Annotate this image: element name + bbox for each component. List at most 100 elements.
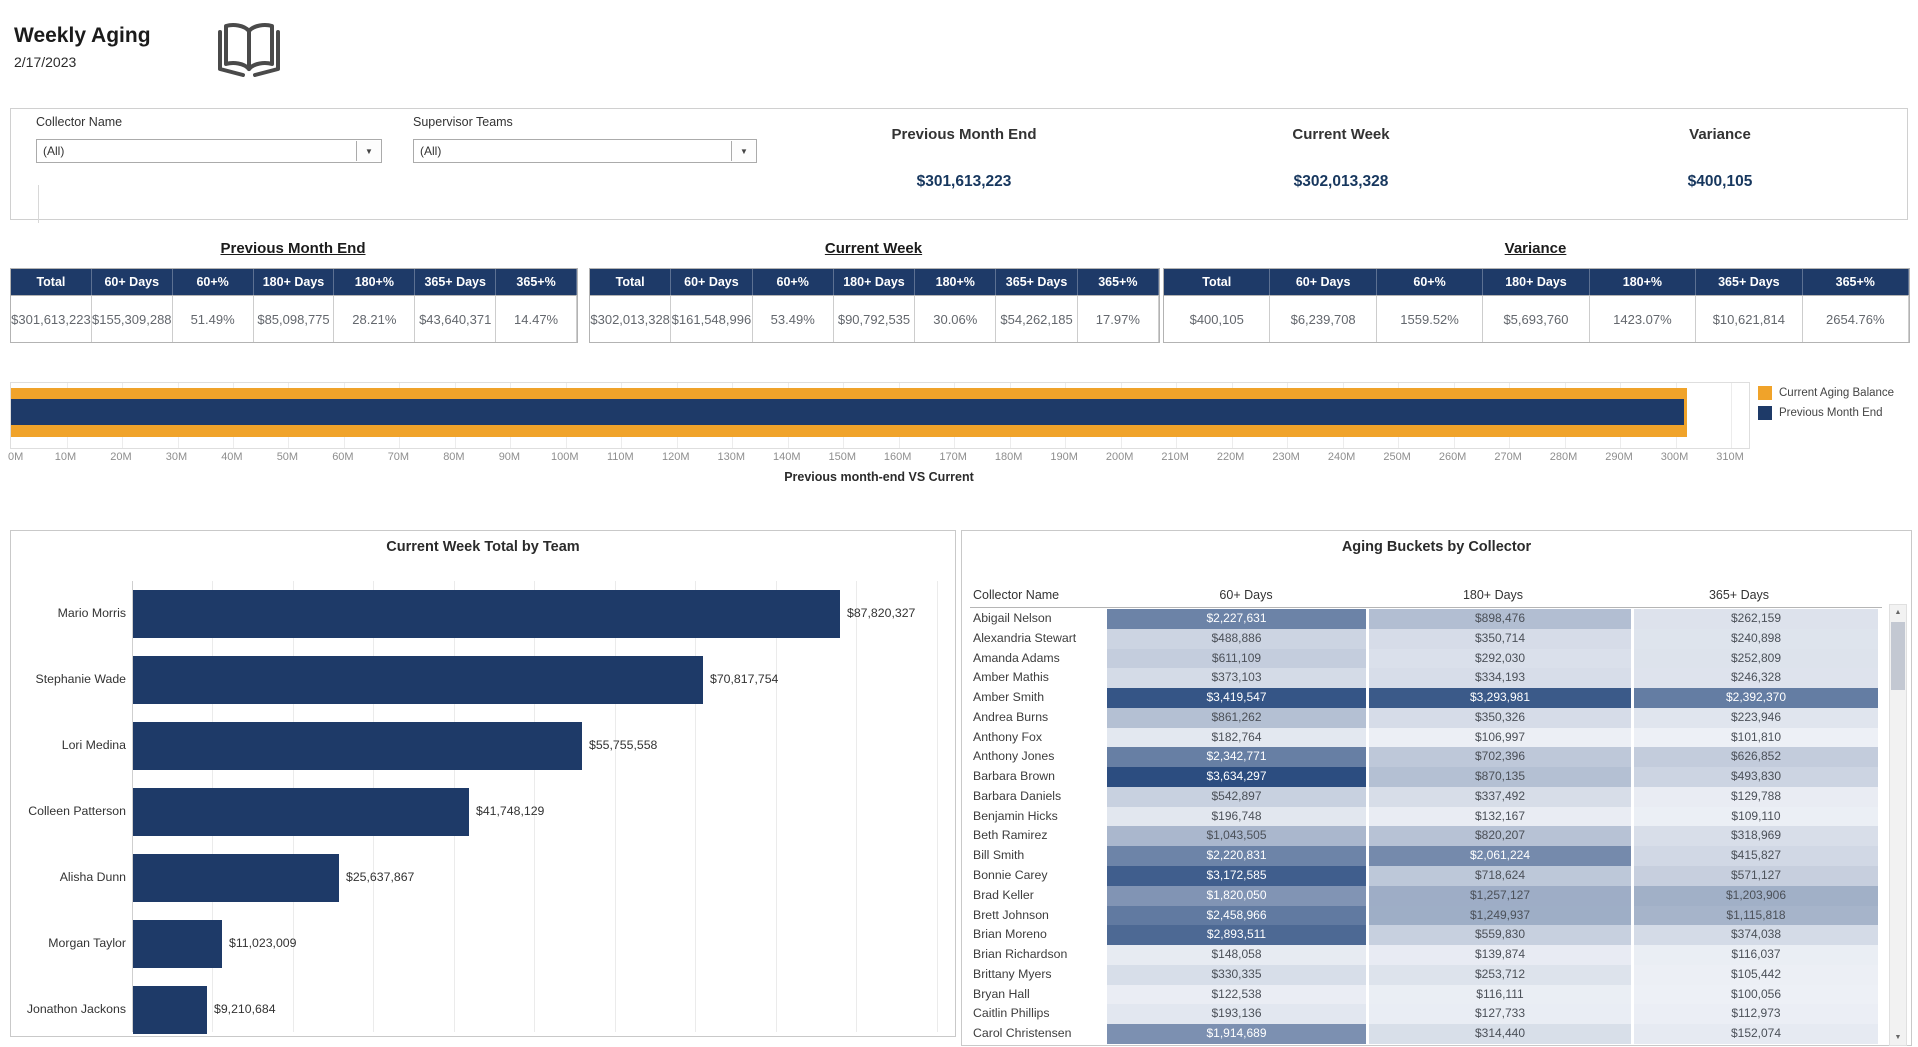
aging-value-cell[interactable]: $3,419,547 xyxy=(1107,688,1366,708)
aging-value-cell[interactable]: $3,293,981 xyxy=(1369,688,1631,708)
aging-value-cell[interactable]: $116,111 xyxy=(1369,985,1631,1005)
aging-value-cell[interactable]: $196,748 xyxy=(1107,807,1366,827)
x-axis-tick: 260M xyxy=(1428,451,1478,463)
aging-value-cell[interactable]: $626,852 xyxy=(1634,747,1878,767)
aging-value-cell[interactable]: $182,764 xyxy=(1107,728,1366,748)
legend-item-current[interactable]: Current Aging Balance xyxy=(1758,386,1894,400)
team-bar-value: $55,755,558 xyxy=(589,738,657,752)
aging-value-cell[interactable]: $193,136 xyxy=(1107,1004,1366,1024)
summary-value-cell: 1559.52% xyxy=(1377,295,1483,342)
aging-value-cell[interactable]: $374,038 xyxy=(1634,925,1878,945)
aging-value-cell[interactable]: $1,820,050 xyxy=(1107,886,1366,906)
team-bar[interactable] xyxy=(133,722,582,770)
aging-value-cell[interactable]: $253,712 xyxy=(1369,965,1631,985)
table-row: Brian Moreno$2,893,511$559,830$374,038 xyxy=(962,925,1888,945)
aging-value-cell[interactable]: $3,172,585 xyxy=(1107,866,1366,886)
aging-value-cell[interactable]: $2,227,631 xyxy=(1107,609,1366,629)
aging-value-cell[interactable]: $2,220,831 xyxy=(1107,846,1366,866)
summary-section-title: Previous Month End xyxy=(10,240,576,257)
aging-value-cell[interactable]: $2,392,370 xyxy=(1634,688,1878,708)
aging-value-cell[interactable]: $488,886 xyxy=(1107,629,1366,649)
aging-value-cell[interactable]: $1,203,906 xyxy=(1634,886,1878,906)
summary-value-cell: $301,613,223 xyxy=(11,295,92,342)
table-row: Bill Smith$2,220,831$2,061,224$415,827 xyxy=(962,846,1888,866)
collector-filter-dropdown[interactable]: (All) ▼ xyxy=(36,139,382,163)
aging-value-cell[interactable]: $493,830 xyxy=(1634,767,1878,787)
chevron-up-icon[interactable]: ▲ xyxy=(1890,605,1906,620)
aging-value-cell[interactable]: $2,893,511 xyxy=(1107,925,1366,945)
aging-value-cell[interactable]: $122,538 xyxy=(1107,985,1366,1005)
aging-value-cell[interactable]: $2,061,224 xyxy=(1369,846,1631,866)
aging-value-cell[interactable]: $1,257,127 xyxy=(1369,886,1631,906)
scrollbar-thumb[interactable] xyxy=(1891,622,1905,690)
legend-item-previous[interactable]: Previous Month End xyxy=(1758,406,1883,420)
aging-value-cell[interactable]: $112,973 xyxy=(1634,1004,1878,1024)
aging-value-cell[interactable]: $334,193 xyxy=(1369,668,1631,688)
collector-name: Anthony Jones xyxy=(973,747,1054,767)
aging-value-cell[interactable]: $318,969 xyxy=(1634,826,1878,846)
aging-value-cell[interactable]: $132,167 xyxy=(1369,807,1631,827)
aging-value-cell[interactable]: $571,127 xyxy=(1634,866,1878,886)
aging-value-cell[interactable]: $148,058 xyxy=(1107,945,1366,965)
summary-column-header: Total xyxy=(590,269,671,295)
aging-value-cell[interactable]: $820,207 xyxy=(1369,826,1631,846)
aging-value-cell[interactable]: $861,262 xyxy=(1107,708,1366,728)
aging-value-cell[interactable]: $559,830 xyxy=(1369,925,1631,945)
team-bar[interactable] xyxy=(133,920,222,968)
aging-value-cell[interactable]: $252,809 xyxy=(1634,649,1878,669)
aging-value-cell[interactable]: $152,074 xyxy=(1634,1024,1878,1044)
table-scrollbar[interactable]: ▲ ▼ xyxy=(1889,604,1907,1046)
chevron-down-icon[interactable]: ▼ xyxy=(356,141,381,161)
aging-value-cell[interactable]: $1,043,505 xyxy=(1107,826,1366,846)
aging-value-cell[interactable]: $898,476 xyxy=(1369,609,1631,629)
aging-value-cell[interactable]: $373,103 xyxy=(1107,668,1366,688)
aging-value-cell[interactable]: $2,342,771 xyxy=(1107,747,1366,767)
aging-value-cell[interactable]: $702,396 xyxy=(1369,747,1631,767)
aging-value-cell[interactable]: $129,788 xyxy=(1634,787,1878,807)
summary-column-header: 180+ Days xyxy=(834,269,915,295)
aging-value-cell[interactable]: $350,326 xyxy=(1369,708,1631,728)
aging-value-cell[interactable]: $1,249,937 xyxy=(1369,906,1631,926)
aging-value-cell[interactable]: $139,874 xyxy=(1369,945,1631,965)
team-bar[interactable] xyxy=(133,788,469,836)
aging-value-cell[interactable]: $718,624 xyxy=(1369,866,1631,886)
aging-value-cell[interactable]: $106,997 xyxy=(1369,728,1631,748)
team-bar-value: $11,023,009 xyxy=(229,936,296,950)
aging-value-cell[interactable]: $100,056 xyxy=(1634,985,1878,1005)
team-bar[interactable] xyxy=(133,986,207,1034)
aging-value-cell[interactable]: $542,897 xyxy=(1107,787,1366,807)
aging-value-cell[interactable]: $1,115,818 xyxy=(1634,906,1878,926)
aging-value-cell[interactable]: $870,135 xyxy=(1369,767,1631,787)
aging-value-cell[interactable]: $246,328 xyxy=(1634,668,1878,688)
aging-value-cell[interactable]: $109,110 xyxy=(1634,807,1878,827)
team-bar[interactable] xyxy=(133,854,339,902)
chevron-down-icon[interactable]: ▼ xyxy=(1890,1030,1906,1045)
aging-value-cell[interactable]: $105,442 xyxy=(1634,965,1878,985)
aging-value-cell[interactable]: $262,159 xyxy=(1634,609,1878,629)
x-axis-tick: 110M xyxy=(595,451,645,463)
aging-value-cell[interactable]: $314,440 xyxy=(1369,1024,1631,1044)
aging-value-cell[interactable]: $415,827 xyxy=(1634,846,1878,866)
aging-value-cell[interactable]: $292,030 xyxy=(1369,649,1631,669)
chevron-down-icon[interactable]: ▼ xyxy=(731,141,756,161)
aging-value-cell[interactable]: $2,458,966 xyxy=(1107,906,1366,926)
aging-value-cell[interactable]: $240,898 xyxy=(1634,629,1878,649)
aging-value-cell[interactable]: $611,109 xyxy=(1107,649,1366,669)
aging-value-cell[interactable]: $330,335 xyxy=(1107,965,1366,985)
aging-value-cell[interactable]: $223,946 xyxy=(1634,708,1878,728)
aging-value-cell[interactable]: $101,810 xyxy=(1634,728,1878,748)
team-bar[interactable] xyxy=(133,656,703,704)
supervisor-filter-dropdown[interactable]: (All) ▼ xyxy=(413,139,757,163)
aging-value-cell[interactable]: $3,634,297 xyxy=(1107,767,1366,787)
legend-label: Current Aging Balance xyxy=(1779,387,1894,399)
team-bar[interactable] xyxy=(133,590,840,638)
aging-value-cell[interactable]: $350,714 xyxy=(1369,629,1631,649)
aging-value-cell[interactable]: $1,914,689 xyxy=(1107,1024,1366,1044)
x-axis-tick: 230M xyxy=(1261,451,1311,463)
aging-value-cell[interactable]: $337,492 xyxy=(1369,787,1631,807)
summary-value-cell: $90,792,535 xyxy=(834,295,915,342)
previous-month-bar[interactable] xyxy=(11,399,1684,425)
aging-value-cell[interactable]: $116,037 xyxy=(1634,945,1878,965)
x-axis-tick: 170M xyxy=(928,451,978,463)
aging-value-cell[interactable]: $127,733 xyxy=(1369,1004,1631,1024)
